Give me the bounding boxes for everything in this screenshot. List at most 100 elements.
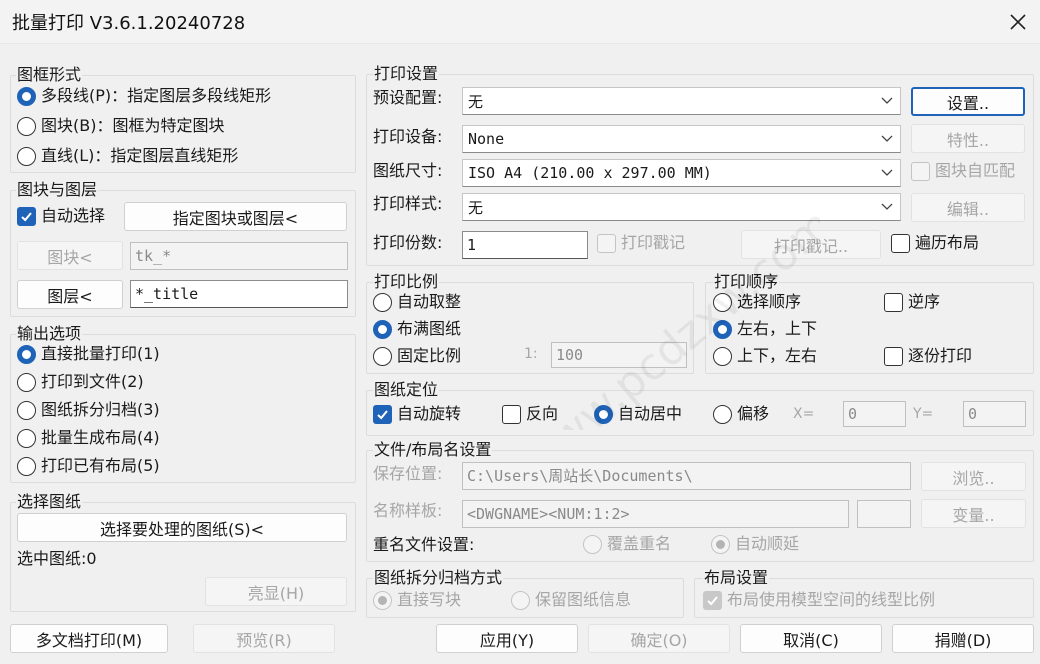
offset-x-input[interactable]: 0 bbox=[843, 401, 906, 427]
offset-radio[interactable] bbox=[713, 405, 732, 424]
edit-style-button[interactable]: 编辑.. bbox=[911, 193, 1025, 222]
selected-count-text: 选中图纸:0 bbox=[17, 549, 97, 568]
setup-button[interactable]: 设置.. bbox=[911, 87, 1025, 116]
output-direct-print-radio[interactable] bbox=[17, 345, 36, 364]
output-group-label: 输出选项 bbox=[16, 324, 83, 343]
preview-button[interactable]: 预览(R) bbox=[193, 624, 335, 653]
output-print-layout-label: 打印已有布局(5) bbox=[41, 456, 160, 475]
paper-label: 图纸尺寸: bbox=[373, 161, 443, 180]
block-name-input[interactable]: tk_* bbox=[130, 242, 348, 270]
window-title: 批量打印 V3.6.1.20240728 bbox=[12, 13, 246, 34]
scale-auto-round-radio[interactable] bbox=[373, 293, 392, 312]
print-stamp-button[interactable]: 打印戳记.. bbox=[741, 230, 881, 259]
direct-wblock-radio[interactable] bbox=[373, 591, 392, 610]
paper-value: ISO A4 (210.00 x 297.00 MM) bbox=[468, 164, 712, 182]
scale-ratio-input[interactable]: 100 bbox=[551, 342, 687, 368]
close-button[interactable] bbox=[996, 2, 1040, 42]
copies-input[interactable]: 1 bbox=[462, 231, 588, 259]
reverse-order-label: 逆序 bbox=[908, 292, 941, 311]
order-tb-lr-radio[interactable] bbox=[713, 347, 732, 366]
traverse-layouts-checkbox[interactable] bbox=[891, 234, 910, 253]
overwrite-radio[interactable] bbox=[583, 535, 602, 554]
archive-group-label: 图纸拆分归档方式 bbox=[373, 568, 504, 587]
block-button[interactable]: 图块< bbox=[17, 241, 123, 270]
name-extra-input[interactable] bbox=[857, 500, 911, 528]
output-split-archive-radio[interactable] bbox=[17, 401, 36, 420]
cancel-button[interactable]: 取消(C) bbox=[740, 624, 882, 653]
close-icon bbox=[1010, 14, 1026, 30]
order-selection-radio[interactable] bbox=[713, 293, 732, 312]
print-stamp-checkbox[interactable] bbox=[597, 234, 616, 253]
checkmark-icon bbox=[707, 596, 718, 606]
output-to-file-radio[interactable] bbox=[17, 373, 36, 392]
reverse-direction-label: 反向 bbox=[526, 404, 559, 423]
linetype-scale-checkbox[interactable] bbox=[703, 591, 722, 610]
scale-fixed-label: 固定比例 bbox=[397, 346, 462, 365]
device-combo[interactable]: None bbox=[462, 125, 901, 153]
frame-block-radio[interactable] bbox=[17, 117, 36, 136]
select-drawings-group-label: 选择图纸 bbox=[16, 492, 83, 511]
output-gen-layout-radio[interactable] bbox=[17, 429, 36, 448]
scale-auto-round-label: 自动取整 bbox=[397, 292, 462, 311]
auto-select-checkbox[interactable] bbox=[17, 207, 36, 226]
offset-y-input[interactable]: 0 bbox=[963, 401, 1026, 427]
output-to-file-label: 打印到文件(2) bbox=[41, 372, 144, 391]
chevron-down-icon bbox=[881, 169, 893, 176]
style-label: 打印样式: bbox=[373, 194, 443, 213]
checkmark-icon bbox=[377, 410, 388, 420]
layer-name-input[interactable]: *_title bbox=[130, 280, 348, 308]
name-template-input[interactable]: <DWGNAME><NUM:1:2> bbox=[462, 500, 849, 528]
order-tb-lr-label: 上下，左右 bbox=[737, 346, 818, 365]
overwrite-label: 覆盖重名 bbox=[607, 534, 672, 553]
apply-button[interactable]: 应用(Y) bbox=[436, 624, 578, 653]
auto-center-label: 自动居中 bbox=[618, 404, 683, 423]
paper-combo[interactable]: ISO A4 (210.00 x 297.00 MM) bbox=[462, 159, 901, 187]
linetype-scale-label: 布局使用模型空间的线型比例 bbox=[727, 590, 936, 609]
block-layer-group-label: 图块与图层 bbox=[16, 180, 99, 199]
frame-polyline-label: 多段线(P)：指定图层多段线矩形 bbox=[41, 86, 272, 105]
frame-shape-group-label: 图框形式 bbox=[16, 65, 83, 84]
preset-combo[interactable]: 无 bbox=[462, 87, 901, 115]
block-match-label: 图块自匹配 bbox=[935, 161, 1016, 180]
device-label: 打印设备: bbox=[373, 127, 443, 146]
order-selection-label: 选择顺序 bbox=[737, 292, 802, 311]
scale-fit-paper-radio[interactable] bbox=[373, 320, 392, 339]
block-match-checkbox[interactable] bbox=[911, 162, 930, 181]
style-value: 无 bbox=[468, 198, 484, 217]
multi-document-print-button[interactable]: 多文档打印(M) bbox=[10, 624, 168, 653]
output-gen-layout-label: 批量生成布局(4) bbox=[41, 428, 160, 447]
layer-button[interactable]: 图层< bbox=[17, 280, 123, 309]
style-combo[interactable]: 无 bbox=[462, 193, 901, 221]
output-print-layout-radio[interactable] bbox=[17, 457, 36, 476]
auto-rotate-checkbox[interactable] bbox=[373, 405, 392, 424]
variables-button[interactable]: 变量.. bbox=[921, 499, 1026, 528]
order-group-label: 打印顺序 bbox=[713, 272, 780, 291]
traverse-layouts-label: 遍历布局 bbox=[915, 233, 980, 252]
direct-wblock-label: 直接写块 bbox=[397, 590, 462, 609]
scale-fixed-radio[interactable] bbox=[373, 347, 392, 366]
collate-checkbox[interactable] bbox=[884, 347, 903, 366]
ok-button[interactable]: 确定(O) bbox=[588, 624, 730, 653]
browse-button[interactable]: 浏览.. bbox=[921, 462, 1026, 491]
auto-increment-label: 自动顺延 bbox=[735, 534, 800, 553]
pick-block-layer-button[interactable]: 指定图块或图层< bbox=[124, 202, 347, 231]
position-group bbox=[366, 390, 1034, 436]
auto-increment-radio[interactable] bbox=[711, 535, 730, 554]
offset-x-label: X= bbox=[793, 406, 815, 422]
scale-fit-paper-label: 布满图纸 bbox=[397, 319, 462, 338]
frame-line-radio[interactable] bbox=[17, 147, 36, 166]
select-drawings-button[interactable]: 选择要处理的图纸(S)< bbox=[17, 513, 347, 542]
frame-block-label: 图块(B)：图框为特定图块 bbox=[41, 116, 225, 135]
auto-center-radio[interactable] bbox=[594, 405, 613, 424]
frame-polyline-radio[interactable] bbox=[17, 87, 36, 106]
save-location-input[interactable]: C:\Users\周站长\Documents\ bbox=[462, 462, 911, 490]
print-stamp-label: 打印戳记 bbox=[621, 233, 686, 252]
donate-button[interactable]: 捐赠(D) bbox=[892, 624, 1034, 653]
reverse-order-checkbox[interactable] bbox=[884, 293, 903, 312]
output-split-archive-label: 图纸拆分归档(3) bbox=[41, 400, 160, 419]
reverse-direction-checkbox[interactable] bbox=[502, 405, 521, 424]
order-lr-tb-radio[interactable] bbox=[713, 320, 732, 339]
highlight-button[interactable]: 亮显(H) bbox=[205, 577, 347, 606]
properties-button[interactable]: 特性.. bbox=[911, 124, 1025, 153]
keep-info-radio[interactable] bbox=[511, 591, 530, 610]
